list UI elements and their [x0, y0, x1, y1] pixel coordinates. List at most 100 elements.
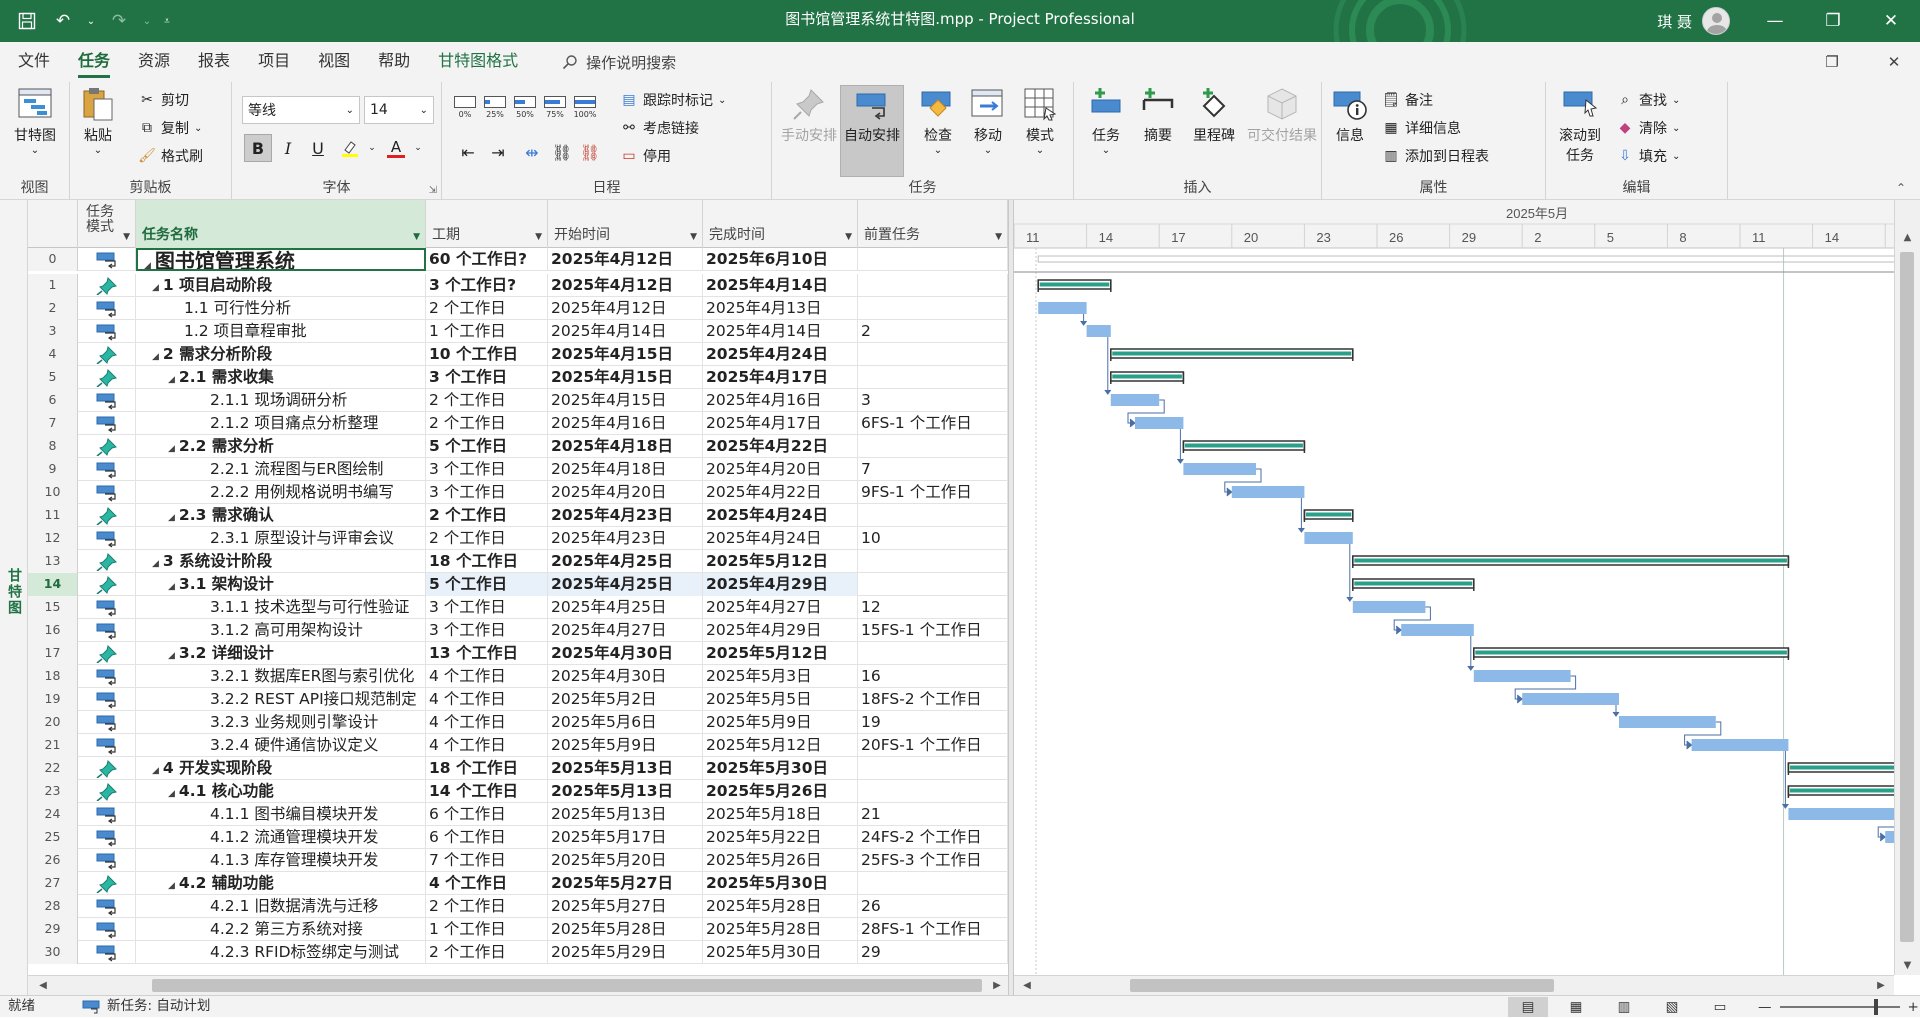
finish-cell[interactable]: 2025年4月16日	[703, 389, 858, 412]
finish-cell[interactable]: 2025年4月14日	[703, 320, 858, 343]
task-mode-cell[interactable]	[78, 918, 136, 941]
predecessors-cell[interactable]	[858, 872, 1008, 895]
table-row[interactable]: 0 ◢ 图书馆管理系统 60 个工作日? 2025年4月12日 2025年6月10日	[28, 248, 1008, 271]
row-number[interactable]: 26	[28, 849, 78, 872]
start-cell[interactable]: 2025年4月16日	[548, 412, 703, 435]
task-name-cell[interactable]: ◢ 2.2 需求分析	[136, 435, 426, 458]
row-number[interactable]: 6	[28, 389, 78, 412]
view-gantt-icon[interactable]: ▤	[1508, 997, 1548, 1017]
view-task-usage-icon[interactable]: ▦	[1556, 997, 1596, 1017]
minimize-icon[interactable]: —	[1746, 0, 1804, 42]
task-mode-cell[interactable]	[78, 297, 136, 320]
task-mode-cell[interactable]	[78, 849, 136, 872]
col-predecessors[interactable]: 前置任务 ▼	[858, 200, 1008, 248]
task-name-cell[interactable]: ◢ 2 需求分析阶段	[136, 343, 426, 366]
predecessors-cell[interactable]	[858, 550, 1008, 573]
predecessors-cell[interactable]: 28FS-1 个工作日	[858, 918, 1008, 941]
inspect-button[interactable]: 检查 ⌄	[918, 86, 958, 156]
col-duration[interactable]: 工期 ▼	[426, 200, 548, 248]
collapse-triangle-icon[interactable]: ◢	[152, 283, 159, 293]
duration-cell[interactable]: 2 个工作日	[426, 895, 548, 918]
predecessors-cell[interactable]: 3	[858, 389, 1008, 412]
start-cell[interactable]: 2025年4月30日	[548, 665, 703, 688]
format-painter-button[interactable]: 🖌 格式刷	[138, 144, 203, 168]
finish-cell[interactable]: 2025年5月22日	[703, 826, 858, 849]
duration-cell[interactable]: 5 个工作日	[426, 435, 548, 458]
row-number[interactable]: 28	[28, 895, 78, 918]
table-row[interactable]: 23 ◢ 4.1 核心功能 14 个工作日 2025年5月13日 2025年5月26日	[28, 780, 1008, 803]
finish-cell[interactable]: 2025年5月12日	[703, 550, 858, 573]
finish-cell[interactable]: 2025年4月24日	[703, 527, 858, 550]
complete-0-button[interactable]: 0%	[452, 96, 478, 126]
link-tasks-button[interactable]: ⛓	[548, 138, 576, 166]
split-task-button[interactable]: ⇹	[518, 138, 546, 166]
predecessors-cell[interactable]: 10	[858, 527, 1008, 550]
filter-dropdown-icon[interactable]: ▼	[845, 232, 852, 242]
task-name-cell[interactable]: 4.1.3 库存管理模块开发	[136, 849, 426, 872]
col-task-mode[interactable]: 任务 模式 ▼	[78, 200, 136, 248]
predecessors-cell[interactable]	[858, 573, 1008, 596]
table-row[interactable]: 4 ◢ 2 需求分析阶段 10 个工作日 2025年4月15日 2025年4月24日	[28, 343, 1008, 366]
paste-button[interactable]: 粘贴 ⌄	[76, 86, 120, 156]
table-row[interactable]: 21 3.2.4 硬件通信协议定义 4 个工作日 2025年5月9日 2025年5月12…	[28, 734, 1008, 757]
close-document-icon[interactable]: ✕	[1874, 42, 1914, 82]
row-number[interactable]: 17	[28, 642, 78, 665]
task-mode-cell[interactable]	[78, 757, 136, 780]
tab-help[interactable]: 帮助	[364, 42, 424, 82]
table-row[interactable]: 20 3.2.3 业务规则引擎设计 4 个工作日 2025年5月6日 2025年5月9日…	[28, 711, 1008, 734]
predecessors-cell[interactable]: 7	[858, 458, 1008, 481]
table-row[interactable]: 12 2.3.1 原型设计与评审会议 2 个工作日 2025年4月23日 2025年4月…	[28, 527, 1008, 550]
row-number[interactable]: 10	[28, 481, 78, 504]
finish-cell[interactable]: 2025年5月3日	[703, 665, 858, 688]
table-row[interactable]: 29 4.2.2 第三方系统对接 1 个工作日 2025年5月28日 2025年5月28…	[28, 918, 1008, 941]
collapse-triangle-icon[interactable]: ◢	[168, 789, 175, 799]
duration-cell[interactable]: 18 个工作日	[426, 757, 548, 780]
duration-cell[interactable]: 2 个工作日	[426, 412, 548, 435]
duration-cell[interactable]: 4 个工作日	[426, 872, 548, 895]
task-name-cell[interactable]: ◢ 2.1 需求收集	[136, 366, 426, 389]
select-all-corner[interactable]	[28, 200, 78, 248]
finish-cell[interactable]: 2025年5月28日	[703, 918, 858, 941]
filter-dropdown-icon[interactable]: ▼	[413, 232, 420, 242]
table-row[interactable]: 30 4.2.3 RFID标签绑定与测试 2 个工作日 2025年5月29日 2025年…	[28, 941, 1008, 964]
task-mode-cell[interactable]	[78, 274, 136, 297]
row-number[interactable]: 12	[28, 527, 78, 550]
mark-on-track-button[interactable]: ▤ 跟踪时标记 ⌄	[620, 88, 726, 112]
tell-me-search[interactable]: 操作说明搜索	[562, 52, 676, 73]
filter-dropdown-icon[interactable]: ▼	[995, 232, 1002, 242]
row-number[interactable]: 3	[28, 320, 78, 343]
duration-cell[interactable]: 4 个工作日	[426, 665, 548, 688]
respect-links-button[interactable]: ⚯ 考虑链接	[620, 116, 699, 140]
details-button[interactable]: ▦ 详细信息	[1382, 116, 1461, 140]
outdent-button[interactable]: ⇤	[454, 138, 482, 166]
task-mode-cell[interactable]	[78, 366, 136, 389]
vertical-scroll-thumb[interactable]	[1900, 252, 1914, 942]
finish-cell[interactable]: 2025年5月18日	[703, 803, 858, 826]
table-row[interactable]: 26 4.1.3 库存管理模块开发 7 个工作日 2025年5月20日 2025年5月2…	[28, 849, 1008, 872]
predecessors-cell[interactable]: 26	[858, 895, 1008, 918]
cut-button[interactable]: ✂ 剪切	[138, 88, 189, 112]
start-cell[interactable]: 2025年4月15日	[548, 343, 703, 366]
collapse-triangle-icon[interactable]: ◢	[168, 513, 175, 523]
collapse-triangle-icon[interactable]: ◢	[152, 766, 159, 776]
finish-cell[interactable]: 2025年5月5日	[703, 688, 858, 711]
tab-resource[interactable]: 资源	[124, 42, 184, 82]
row-number[interactable]: 25	[28, 826, 78, 849]
task-mode-cell[interactable]	[78, 941, 136, 964]
row-number[interactable]: 16	[28, 619, 78, 642]
duration-cell[interactable]: 3 个工作日	[426, 596, 548, 619]
start-cell[interactable]: 2025年4月12日	[548, 248, 703, 271]
row-number[interactable]: 22	[28, 757, 78, 780]
task-name-cell[interactable]: 2.1.2 项目痛点分析整理	[136, 412, 426, 435]
scroll-up-icon[interactable]: ▲	[1895, 228, 1920, 246]
row-number[interactable]: 14	[28, 573, 78, 596]
start-cell[interactable]: 2025年4月30日	[548, 642, 703, 665]
close-icon[interactable]: ✕	[1862, 0, 1920, 42]
task-mode-cell[interactable]	[78, 573, 136, 596]
row-number[interactable]: 0	[28, 248, 78, 271]
table-row[interactable]: 17 ◢ 3.2 详细设计 13 个工作日 2025年4月30日 2025年5月12日	[28, 642, 1008, 665]
task-mode-cell[interactable]	[78, 734, 136, 757]
task-mode-cell[interactable]	[78, 826, 136, 849]
task-name-cell[interactable]: 1.2 项目章程审批	[136, 320, 426, 343]
insert-deliverable-button[interactable]: 可交付结果	[1246, 86, 1318, 145]
